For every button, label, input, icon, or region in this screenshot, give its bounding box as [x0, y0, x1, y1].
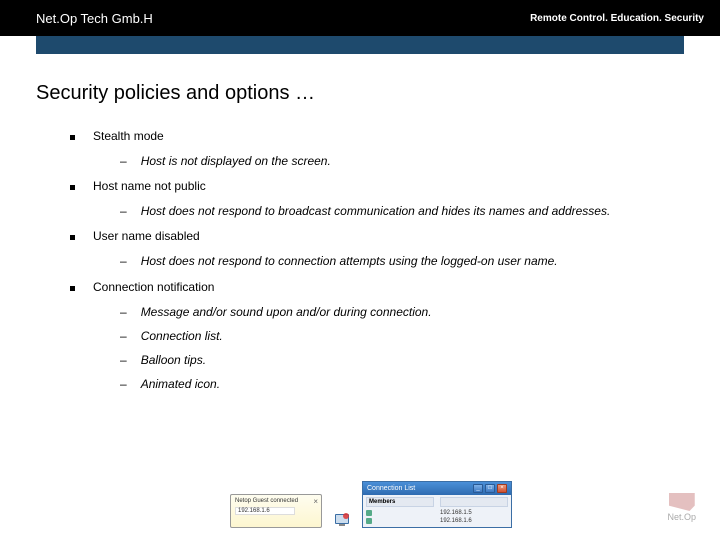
bullet-list: Stealth mode–Host is not displayed on th… — [36, 129, 684, 392]
window-titlebar: Connection List _ □ × — [363, 482, 511, 495]
flag-icon — [669, 493, 695, 511]
sub-item: –Balloon tips. — [120, 352, 684, 368]
window-title: Connection List — [367, 485, 415, 492]
tagline: Remote Control. Education. Security — [530, 13, 704, 24]
animated-icon-thumbnail — [334, 512, 350, 528]
page-title: Security policies and options … — [36, 82, 684, 105]
balloon-tip-thumbnail: Netop Guest connected × 192.168.1.6 — [230, 494, 322, 528]
bullet-label: User name disabled — [93, 229, 200, 243]
connection-list-thumbnail: Connection List _ □ × Members 192.168.1.… — [362, 481, 512, 528]
bullet-icon — [70, 185, 75, 190]
dash-icon: – — [120, 204, 127, 218]
company-name: Net.Op Tech Gmb.H — [36, 11, 153, 26]
sub-item: –Connection list. — [120, 328, 684, 344]
dash-icon: – — [120, 305, 127, 319]
sub-label: Message and/or sound upon and/or during … — [141, 304, 432, 320]
bullet-item: User name disabled –Host does not respond… — [70, 229, 684, 269]
brand-logo: Net.Op — [667, 493, 696, 522]
sub-label: Animated icon. — [141, 376, 220, 392]
sub-list: –Host is not displayed on the screen. — [70, 153, 684, 169]
balloon-title: Netop Guest connected — [235, 498, 298, 504]
column-header: Members — [366, 497, 434, 507]
bullet-label: Stealth mode — [93, 129, 164, 143]
bullet-icon — [70, 235, 75, 240]
bullet-icon — [70, 135, 75, 140]
bullet-label: Connection notification — [93, 280, 214, 294]
list-item: 192.168.1.6 — [440, 517, 508, 525]
dash-icon: – — [120, 377, 127, 391]
sub-list: –Host does not respond to connection att… — [70, 253, 684, 269]
bullet-icon — [70, 286, 75, 291]
connection-list-body: Members 192.168.1.5192.168.1.6 — [363, 495, 511, 527]
list-item: 192.168.1.5 — [440, 509, 508, 517]
bullet-item: Stealth mode –Host is not displayed on th… — [70, 129, 684, 169]
sub-item: –Host does not respond to broadcast comm… — [120, 203, 684, 219]
sub-item: –Host does not respond to connection att… — [120, 253, 684, 269]
thumbnail-row: Netop Guest connected × 192.168.1.6 Conn… — [230, 481, 512, 528]
dash-icon: – — [120, 254, 127, 268]
close-icon: × — [313, 497, 318, 506]
dash-icon: – — [120, 154, 127, 168]
minimize-icon: _ — [473, 484, 483, 493]
list-item — [366, 517, 434, 525]
sub-label: Host does not respond to connection atte… — [141, 253, 558, 269]
balloon-line: 192.168.1.6 — [235, 507, 295, 515]
column-header — [440, 497, 508, 507]
maximize-icon: □ — [485, 484, 495, 493]
sub-list: –Message and/or sound upon and/or during… — [70, 304, 684, 393]
sub-item: –Host is not displayed on the screen. — [120, 153, 684, 169]
accent-bar — [36, 36, 684, 54]
sub-list: –Host does not respond to broadcast comm… — [70, 203, 684, 219]
slide-content: Security policies and options … Stealth … — [0, 54, 720, 392]
sub-label: Balloon tips. — [141, 352, 206, 368]
logo-text: Net.Op — [667, 512, 696, 522]
status-icon — [366, 518, 372, 524]
sub-label: Connection list. — [141, 328, 223, 344]
list-item — [366, 509, 434, 517]
sub-label: Host is not displayed on the screen. — [141, 153, 331, 169]
sub-label: Host does not respond to broadcast commu… — [141, 203, 611, 219]
close-icon: × — [497, 484, 507, 493]
bullet-item: Connection notification–Message and/or s… — [70, 280, 684, 393]
bullet-item: Host name not public –Host does not respo… — [70, 179, 684, 219]
status-icon — [366, 510, 372, 516]
sub-item: –Message and/or sound upon and/or during… — [120, 304, 684, 320]
dash-icon: – — [120, 353, 127, 367]
slide-header: Net.Op Tech Gmb.H Remote Control. Educat… — [0, 0, 720, 36]
dash-icon: – — [120, 329, 127, 343]
bullet-label: Host name not public — [93, 179, 206, 193]
sub-item: –Animated icon. — [120, 376, 684, 392]
